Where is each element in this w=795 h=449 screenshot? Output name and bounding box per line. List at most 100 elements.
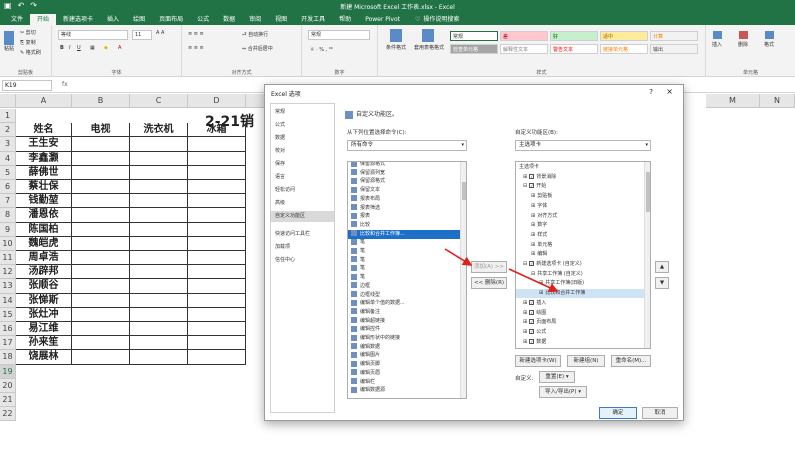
- data-cell[interactable]: [188, 251, 246, 266]
- name-cell[interactable]: 王生安: [16, 137, 72, 152]
- command-item[interactable]: 笔: [348, 256, 461, 265]
- move-down-button[interactable]: ▼: [655, 277, 669, 289]
- nav-item-11[interactable]: 信任中心: [271, 255, 334, 266]
- expand-icon[interactable]: ⊟: [523, 183, 527, 189]
- checkbox-icon[interactable]: ✓: [529, 299, 535, 305]
- data-cell[interactable]: [130, 180, 188, 195]
- style-cell-4[interactable]: 计算: [650, 31, 698, 41]
- nav-item-10[interactable]: 加载项: [271, 242, 334, 253]
- data-cell[interactable]: [130, 336, 188, 351]
- data-cell[interactable]: [130, 307, 188, 322]
- ribbon-tree-item[interactable]: ⊞ 编辑: [516, 250, 645, 259]
- align-left-icon[interactable]: ≡ ≡ ≡: [188, 45, 204, 51]
- command-item[interactable]: 编辑形状中的链接: [348, 334, 461, 343]
- align-top-icon[interactable]: ≡ ≡ ≡: [188, 31, 204, 37]
- row-header-11[interactable]: 11: [0, 251, 16, 266]
- grow-font-icon[interactable]: A A: [156, 30, 164, 36]
- data-cell[interactable]: [130, 208, 188, 223]
- style-cell-9[interactable]: 输出: [650, 44, 698, 54]
- expand-icon[interactable]: ⊟: [531, 271, 535, 277]
- data-cell[interactable]: [72, 279, 130, 294]
- name-cell[interactable]: 孙来笙: [16, 336, 72, 351]
- data-cell[interactable]: [130, 165, 188, 180]
- checkbox-icon[interactable]: ✓: [529, 183, 535, 189]
- name-cell[interactable]: 钱勤堃: [16, 194, 72, 209]
- command-item[interactable]: 笔: [348, 264, 461, 273]
- tab-0[interactable]: 文件: [4, 14, 30, 25]
- format-cells-button[interactable]: 格式: [764, 31, 774, 48]
- checkbox-icon[interactable]: ✓: [529, 319, 535, 325]
- row-header-18[interactable]: 18: [0, 350, 16, 365]
- copy-button[interactable]: ⎘ 复制: [20, 39, 36, 46]
- data-cell[interactable]: [188, 236, 246, 251]
- data-cell[interactable]: [72, 350, 130, 365]
- data-cell[interactable]: [72, 137, 130, 152]
- name-cell[interactable]: 薛佛世: [16, 165, 72, 180]
- data-cell[interactable]: [130, 265, 188, 280]
- checkbox-icon[interactable]: ✓: [529, 261, 535, 266]
- choose-commands-select[interactable]: 所有命令 ▾: [347, 140, 467, 151]
- expand-icon[interactable]: ⊞: [523, 329, 527, 335]
- tab-6[interactable]: 公式: [190, 14, 216, 25]
- ribbon-tree[interactable]: 主选项卡 ⊞ ✓ 背景消除 ⊟ ✓ 开始 ⊞ 剪贴板 ⊞ 字体 ⊞ 对齐方式 ⊞ 数字 ⊞ 样式 ⊞ 单元格 ⊞ 编辑 ⊟…: [515, 161, 651, 349]
- table-format-button[interactable]: 套用表格格式: [414, 29, 444, 51]
- wrap-text-button[interactable]: ⮐ 自动换行: [242, 31, 268, 40]
- command-item[interactable]: 报表: [348, 212, 461, 221]
- name-cell[interactable]: 张顺谷: [16, 279, 72, 294]
- data-cell[interactable]: [72, 336, 130, 351]
- command-item[interactable]: 报表布局: [348, 195, 461, 204]
- font-color-icon[interactable]: A: [118, 45, 121, 51]
- close-icon[interactable]: ×: [666, 87, 673, 96]
- row-header-16[interactable]: 16: [0, 322, 16, 337]
- add-button[interactable]: 添加(A) >>: [471, 261, 507, 273]
- data-cell[interactable]: [188, 137, 246, 152]
- header-cell-3[interactable]: 冰箱: [188, 123, 246, 138]
- checkbox-icon[interactable]: ✓: [529, 338, 535, 344]
- nav-item-1[interactable]: 公式: [271, 120, 334, 131]
- command-item[interactable]: 编辑图片: [348, 351, 461, 360]
- nav-item-7[interactable]: 高级: [271, 198, 334, 209]
- delete-cells-button[interactable]: 删除: [738, 31, 748, 48]
- expand-icon[interactable]: ⊞: [531, 213, 535, 219]
- format-painter-button[interactable]: ✎ 格式刷: [20, 49, 41, 56]
- row-header-15[interactable]: 15: [0, 307, 16, 322]
- underline-button[interactable]: U: [77, 45, 81, 51]
- style-cell-2[interactable]: 好: [550, 31, 598, 41]
- command-item[interactable]: 编辑控件: [348, 325, 461, 334]
- bold-button[interactable]: B: [60, 45, 64, 51]
- ribbon-tree-item[interactable]: ⊞ 剪贴板: [516, 192, 645, 201]
- paste-button[interactable]: 粘贴: [4, 31, 16, 52]
- data-cell[interactable]: [188, 165, 246, 180]
- expand-icon[interactable]: ⊞: [531, 251, 535, 257]
- column-header-C[interactable]: C: [130, 94, 188, 108]
- data-cell[interactable]: [130, 279, 188, 294]
- command-item[interactable]: 边框: [348, 282, 461, 291]
- column-header-M[interactable]: M: [706, 94, 760, 108]
- name-cell[interactable]: 易江维: [16, 322, 72, 337]
- column-header-N[interactable]: N: [760, 94, 795, 108]
- ribbon-tree-item[interactable]: 主选项卡: [516, 163, 645, 172]
- column-header-B[interactable]: B: [72, 94, 130, 108]
- command-item[interactable]: 笔: [348, 247, 461, 256]
- tab-2[interactable]: 新建选项卡: [56, 14, 100, 25]
- nav-item-4[interactable]: 保存: [271, 159, 334, 170]
- name-cell[interactable]: 潘恩依: [16, 208, 72, 223]
- data-cell[interactable]: [188, 336, 246, 351]
- style-cell-7[interactable]: 警告文本: [550, 44, 598, 54]
- tab-1[interactable]: 开始: [30, 14, 57, 25]
- tab-7[interactable]: 数据: [216, 14, 242, 25]
- ribbon-tree-item[interactable]: ⊞ ✓ 背景消除: [516, 173, 645, 182]
- command-item[interactable]: 编辑备注: [348, 308, 461, 317]
- tree-scrollbar[interactable]: [644, 162, 650, 348]
- font-name-select[interactable]: 等线: [58, 30, 128, 40]
- row-header-2[interactable]: 2: [0, 123, 16, 138]
- conditional-format-button[interactable]: 条件格式: [382, 29, 410, 51]
- fill-color-icon[interactable]: ◆: [104, 45, 108, 51]
- expand-icon[interactable]: ⊞: [531, 222, 535, 228]
- function-icon[interactable]: fx: [62, 81, 68, 88]
- name-cell[interactable]: 蔡壮保: [16, 180, 72, 195]
- tab-3[interactable]: 插入: [100, 14, 126, 25]
- data-cell[interactable]: [130, 293, 188, 308]
- header-cell-1[interactable]: 电视: [72, 123, 130, 138]
- ribbon-tree-item[interactable]: ⊞ ✓ 页面布局: [516, 318, 645, 327]
